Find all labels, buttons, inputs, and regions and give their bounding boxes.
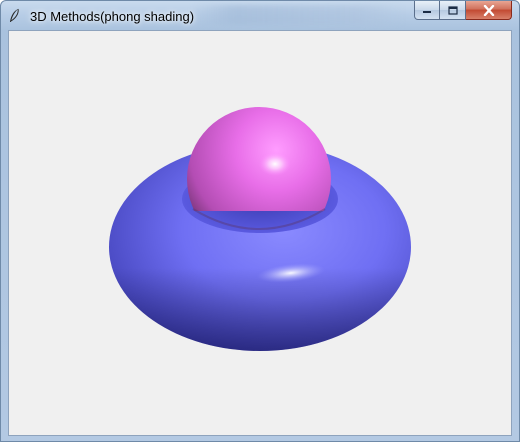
- close-icon: [483, 4, 494, 16]
- close-button[interactable]: [466, 1, 512, 20]
- canvas-area[interactable]: [8, 30, 512, 436]
- app-window: 3D Methods(phong shading): [0, 0, 520, 442]
- maximize-button[interactable]: [440, 1, 466, 20]
- feather-icon[interactable]: [7, 8, 21, 24]
- sphere-highlight: [259, 152, 291, 176]
- render-canvas[interactable]: [9, 31, 511, 435]
- minimize-button[interactable]: [414, 1, 440, 20]
- window-title: 3D Methods(phong shading): [30, 9, 195, 24]
- maximize-icon: [447, 5, 458, 15]
- title-bar[interactable]: 3D Methods(phong shading): [1, 1, 519, 31]
- minimize-icon: [423, 11, 431, 13]
- title-bar-glow: [191, 5, 406, 25]
